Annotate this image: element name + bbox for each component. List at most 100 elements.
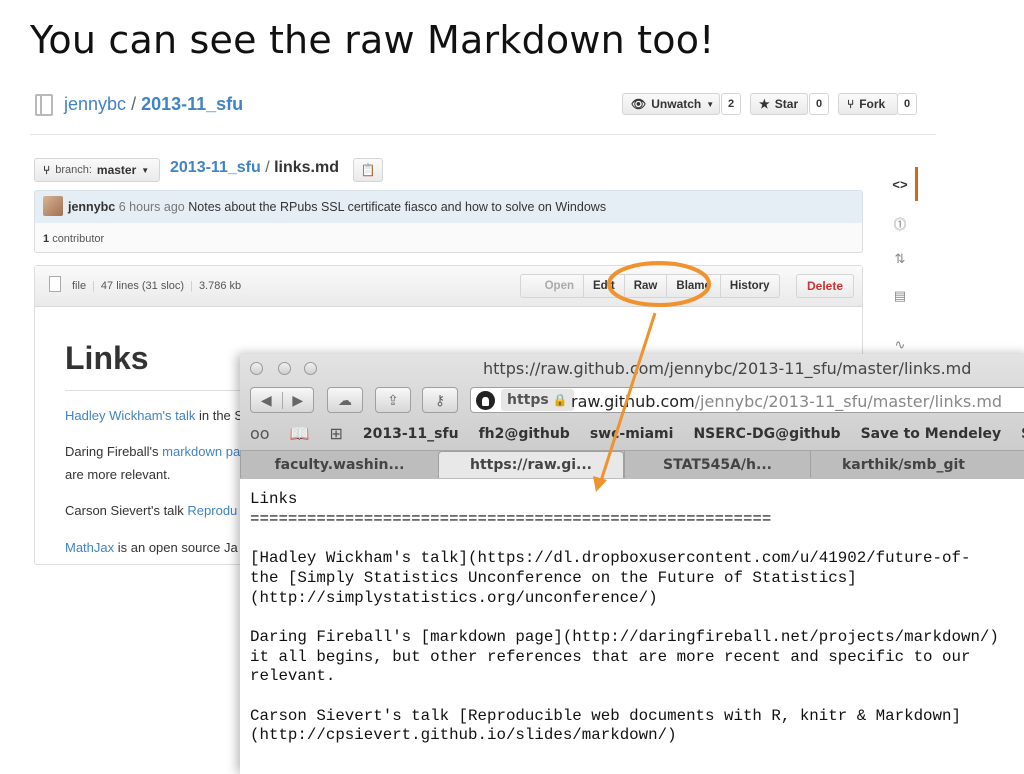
book-icon[interactable]: 📖 bbox=[290, 424, 310, 443]
url-path: /jennybc/2013-11_sfu/master/links.md bbox=[694, 392, 1003, 411]
raw-button[interactable]: Raw bbox=[623, 274, 668, 298]
pull-request-icon[interactable]: ⇅ bbox=[888, 251, 912, 267]
repo-icon bbox=[35, 94, 53, 116]
window-title: https://raw.github.com/jennybc/2013-11_s… bbox=[483, 359, 972, 378]
share-button[interactable]: ⇪ bbox=[375, 387, 411, 413]
fork-icon: ⑂ bbox=[847, 97, 855, 111]
repo-owner-link[interactable]: jennybc bbox=[64, 94, 126, 114]
bookmark-item[interactable]: NSERC-DG@github bbox=[693, 426, 840, 442]
key-icon: ⚷ bbox=[434, 391, 446, 408]
p4-text: is an open source Ja bbox=[114, 540, 238, 555]
glasses-icon[interactable]: oo bbox=[250, 424, 270, 443]
bookmark-item[interactable]: 2013-11_sfu bbox=[363, 426, 459, 442]
repo-name-link[interactable]: 2013-11_sfu bbox=[141, 94, 243, 114]
issues-icon[interactable]: ⓵ bbox=[888, 214, 912, 233]
file-lines: 47 lines (31 sloc) bbox=[100, 280, 185, 292]
fork-count[interactable]: 0 bbox=[897, 93, 917, 115]
commit-time: 6 hours ago bbox=[118, 200, 185, 214]
file-path-separator: / bbox=[265, 159, 270, 176]
commit-summary: jennybc 6 hours ago Notes about the RPub… bbox=[68, 200, 606, 214]
history-button[interactable]: History bbox=[719, 274, 780, 298]
branch-selector[interactable]: ⑂ branch: master ▼ bbox=[34, 158, 160, 182]
star-label: Star bbox=[774, 97, 799, 111]
cloud-icon: ☁ bbox=[338, 391, 352, 408]
star-icon: ★ bbox=[759, 97, 770, 111]
back-forward-buttons[interactable]: ◀ ▶ bbox=[250, 387, 314, 413]
forward-icon[interactable]: ▶ bbox=[283, 392, 314, 409]
raw-markdown-content: Links ==================================… bbox=[250, 490, 999, 745]
back-icon[interactable]: ◀ bbox=[251, 391, 283, 409]
contributors-summary[interactable]: 1 contributor bbox=[43, 233, 104, 245]
p1-text: in the S bbox=[195, 408, 244, 423]
chevron-down-icon: ▼ bbox=[141, 165, 150, 175]
file-name: links.md bbox=[274, 159, 339, 176]
avatar[interactable] bbox=[43, 196, 63, 216]
branch-name: master bbox=[96, 163, 137, 177]
markdown-page-link[interactable]: markdown pa bbox=[162, 444, 240, 459]
bookmarks-bar: oo 📖 ⊞ 2013-11_sfu fh2@github swc-miami … bbox=[250, 424, 1024, 443]
commit-author[interactable]: jennybc bbox=[68, 200, 115, 214]
rendered-paragraph-2b: are more relevant. bbox=[65, 467, 171, 482]
rail-active-indicator bbox=[915, 167, 918, 201]
hadley-talk-link[interactable]: Hadley Wickham's talk bbox=[65, 408, 195, 423]
pulse-icon[interactable]: ∿ bbox=[888, 337, 912, 353]
grid-icon[interactable]: ⊞ bbox=[330, 424, 343, 443]
rendered-heading: Links bbox=[65, 340, 149, 376]
github-logo-icon bbox=[476, 391, 495, 410]
chevron-down-icon: ▼ bbox=[706, 99, 715, 109]
code-icon[interactable]: <> bbox=[888, 177, 912, 192]
contributors-count: 1 bbox=[43, 233, 50, 245]
branch-icon: ⑂ bbox=[43, 163, 51, 177]
copy-path-button[interactable]: 📋 bbox=[353, 158, 383, 182]
contributors-label: contributor bbox=[52, 233, 105, 245]
password-button[interactable]: ⚷ bbox=[422, 387, 458, 413]
tab-stat545a[interactable]: STAT545A/h... bbox=[624, 451, 810, 478]
clipboard-icon: 📋 bbox=[360, 163, 376, 177]
eye-icon: 👁 bbox=[631, 97, 647, 111]
branch-prefix: branch: bbox=[55, 164, 92, 176]
bookmark-item[interactable]: swc-miami bbox=[590, 426, 674, 442]
file-type: file bbox=[72, 280, 87, 292]
file-action-group: Open Edit Raw Blame History bbox=[520, 274, 780, 298]
bookmark-item[interactable]: fh2@github bbox=[479, 426, 570, 442]
zoom-window-button[interactable] bbox=[304, 362, 317, 375]
tab-raw-github[interactable]: https://raw.gi... bbox=[438, 451, 624, 478]
edit-button[interactable]: Edit bbox=[583, 274, 625, 298]
blame-button[interactable]: Blame bbox=[666, 274, 721, 298]
wiki-icon[interactable]: ▤ bbox=[888, 288, 912, 304]
repo-separator: / bbox=[131, 94, 137, 114]
reproducible-link[interactable]: Reprodu bbox=[187, 503, 237, 518]
star-count[interactable]: 0 bbox=[809, 93, 829, 115]
https-badge: https 🔒 bbox=[501, 389, 574, 411]
open-button[interactable]: Open bbox=[520, 274, 584, 298]
tab-karthik[interactable]: karthik/smb_git bbox=[810, 451, 996, 478]
contributors-bar bbox=[34, 223, 863, 253]
url-text[interactable]: raw.github.com/jennybc/2013-11_sfu/maste… bbox=[571, 392, 1002, 411]
share-icon: ⇪ bbox=[387, 391, 399, 408]
fork-label: Fork bbox=[859, 97, 886, 111]
url-domain: raw.github.com bbox=[571, 392, 695, 411]
cloud-button[interactable]: ☁ bbox=[327, 387, 363, 413]
commit-message[interactable]: Notes about the RPubs SSL certificate fi… bbox=[188, 200, 606, 214]
mathjax-link[interactable]: MathJax bbox=[65, 540, 114, 555]
star-button[interactable]: ★ Star bbox=[750, 93, 808, 115]
heading-rule bbox=[65, 390, 245, 391]
minimize-window-button[interactable] bbox=[278, 362, 291, 375]
unwatch-count[interactable]: 2 bbox=[721, 93, 741, 115]
file-breadcrumb: 2013-11_sfu / links.md bbox=[170, 159, 339, 177]
rendered-paragraph-4: MathJax is an open source Ja bbox=[65, 540, 238, 555]
raw-browser-window: https://raw.github.com/jennybc/2013-11_s… bbox=[240, 354, 1024, 774]
slide-title: You can see the raw Markdown too! bbox=[30, 18, 715, 62]
fork-button[interactable]: ⑂ Fork bbox=[838, 93, 898, 115]
delete-button[interactable]: Delete bbox=[796, 274, 855, 298]
tab-faculty[interactable]: faculty.washin... bbox=[240, 451, 438, 478]
repo-breadcrumb: jennybc / 2013-11_sfu bbox=[64, 94, 243, 115]
https-label: https bbox=[507, 392, 549, 408]
file-repo-link[interactable]: 2013-11_sfu bbox=[170, 159, 261, 176]
close-window-button[interactable] bbox=[250, 362, 263, 375]
header-divider bbox=[30, 134, 936, 135]
unwatch-button[interactable]: 👁 Unwatch ▼ bbox=[622, 93, 720, 115]
bookmark-item[interactable]: Save to Mendeley bbox=[861, 426, 1002, 442]
file-info: file | 47 lines (31 sloc) | 3.786 kb bbox=[72, 280, 242, 292]
rendered-paragraph-1: Hadley Wickham's talk in the S bbox=[65, 408, 243, 423]
